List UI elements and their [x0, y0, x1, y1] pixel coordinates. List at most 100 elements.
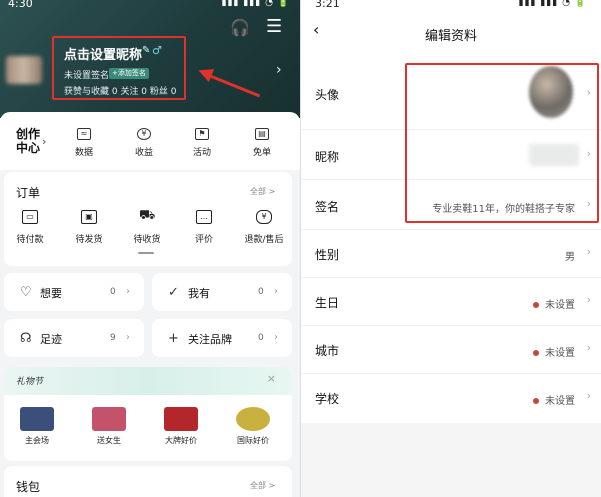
- nav-bar: 3:21 ▮▮▮ ▮▮▮ ◔ 🔋 ‹ 编辑资料: [301, 0, 601, 58]
- status-time: 4:30: [8, 0, 33, 10]
- field-label: 城市: [315, 344, 340, 358]
- menu-icon[interactable]: ☰: [266, 16, 282, 37]
- refund-icon: ¥: [256, 210, 272, 224]
- field-value: 男: [565, 252, 575, 263]
- chevron-right-icon[interactable]: ›: [276, 62, 282, 78]
- field-value: 未设置: [533, 296, 575, 311]
- close-icon[interactable]: ×: [267, 372, 276, 385]
- creator-title-line2: 中心: [16, 141, 41, 155]
- shortcut-owned[interactable]: ✓ 我有 0 ›: [152, 273, 292, 311]
- unset-dot: [533, 398, 539, 404]
- shortcut-footprint[interactable]: ☊ 足迹 9 ›: [4, 319, 144, 357]
- row-city[interactable]: 城市 未设置 ›: [301, 326, 601, 374]
- field-value: 未设置: [533, 344, 575, 359]
- orders-title: 订单: [16, 186, 41, 200]
- order-item-label: 退款/售后: [244, 235, 284, 245]
- wallet-icon: ▭: [22, 210, 38, 224]
- profile-stats: 获赞与收藏 0 关注 0 粉丝 0: [64, 87, 177, 97]
- order-pending-payment[interactable]: ▭ 待付款: [8, 210, 52, 245]
- creator-item-label: 免单: [252, 148, 271, 158]
- nickname-prompt[interactable]: 点击设置昵称: [64, 44, 142, 63]
- creator-center-title[interactable]: 创作 中心: [16, 127, 40, 155]
- order-item-label: 待发货: [75, 235, 103, 245]
- creator-item-label: 数据: [74, 148, 93, 158]
- order-review[interactable]: … 评价: [182, 210, 226, 245]
- headset-icon[interactable]: 🎧: [230, 18, 250, 37]
- chevron-right-icon: ›: [586, 245, 591, 258]
- check-circle-icon: ✓: [168, 285, 179, 300]
- field-label: 性别: [315, 248, 340, 262]
- order-item-label: 评价: [194, 235, 213, 245]
- bag-icon: ▤: [255, 128, 269, 140]
- wallet-card[interactable]: 钱包 全部 >: [4, 466, 292, 497]
- creator-item-events[interactable]: ⚑ 活动: [180, 128, 224, 158]
- add-signature-tag[interactable]: +添加签名: [109, 68, 149, 79]
- profile-fields: 头像 › 昵称 › 签名 专业卖鞋11年，你的鞋搭子专家 › 性别 男 › 生日…: [301, 58, 601, 423]
- field-value: 未设置: [533, 392, 575, 407]
- chevron-right-icon: ›: [274, 332, 278, 343]
- promo-item-label: 国际好价: [237, 436, 269, 445]
- product-image: [92, 407, 126, 431]
- order-pending-receipt[interactable]: ⛟ 待收货: [125, 208, 169, 245]
- creator-item-label: 收益: [134, 148, 153, 158]
- field-label: 昵称: [315, 150, 340, 164]
- row-school[interactable]: 学校 未设置 ›: [301, 374, 601, 422]
- promo-item-main[interactable]: 主会场: [10, 407, 64, 446]
- order-item-label: 待收货: [133, 235, 161, 245]
- scroll-indicator: [138, 252, 154, 254]
- chevron-right-icon: ›: [42, 135, 47, 148]
- wallet-all-link[interactable]: 全部 >: [250, 480, 275, 491]
- order-pending-shipment[interactable]: ▣ 待发货: [67, 210, 111, 245]
- creator-item-data[interactable]: ≈ 数据: [62, 128, 106, 158]
- shortcut-followed-brands[interactable]: + 关注品牌 0 ›: [152, 319, 292, 357]
- status-bar: 4:30 ▮▮▮ ▮▮▮ ◔ 🔋: [0, 0, 300, 14]
- field-value-text: 未设置: [545, 348, 575, 359]
- order-item-label: 待付款: [16, 235, 44, 245]
- chevron-right-icon: ›: [126, 332, 130, 343]
- creator-item-label: 活动: [192, 148, 211, 158]
- chevron-right-icon: ›: [586, 341, 591, 354]
- promo-item-label: 主会场: [25, 436, 49, 445]
- field-value-text: 未设置: [545, 396, 575, 407]
- field-label: 签名: [315, 200, 340, 214]
- comment-icon: …: [196, 210, 212, 224]
- profile-header: 4:30 ▮▮▮ ▮▮▮ ◔ 🔋 🎧 ☰ 点击设置昵称 ✎ ♂ 未设置签名 +添…: [0, 0, 300, 118]
- row-gender[interactable]: 性别 男 ›: [301, 230, 601, 278]
- creator-item-earnings[interactable]: ¥ 收益: [122, 128, 166, 158]
- field-label: 学校: [315, 392, 340, 406]
- page-title: 编辑资料: [424, 29, 477, 44]
- edit-icon[interactable]: ✎: [142, 45, 150, 56]
- row-birthday[interactable]: 生日 未设置 ›: [301, 278, 601, 326]
- shortcut-count: 0: [110, 287, 116, 297]
- truck-icon: ⛟: [139, 208, 156, 223]
- profile-screen: 4:30 ▮▮▮ ▮▮▮ ◔ 🔋 🎧 ☰ 点击设置昵称 ✎ ♂ 未设置签名 +添…: [0, 0, 300, 497]
- signature-status: 未设置签名: [64, 71, 110, 81]
- shortcut-label: 我有: [188, 287, 210, 300]
- product-image: [20, 407, 54, 431]
- orders-all-link[interactable]: 全部 >: [250, 186, 275, 197]
- chevron-right-icon: ›: [586, 389, 591, 402]
- creator-item-free[interactable]: ▤ 免单: [240, 128, 284, 158]
- chevron-right-icon: ›: [586, 293, 591, 306]
- status-icons: ▮▮▮ ▮▮▮ ◔ 🔋: [518, 0, 587, 8]
- coin-icon: ¥: [137, 128, 151, 140]
- field-label: 生日: [315, 296, 340, 310]
- shortcut-label: 关注品牌: [188, 333, 232, 346]
- shortcut-count: 0: [258, 287, 264, 297]
- avatar[interactable]: [6, 56, 42, 84]
- chart-icon: ≈: [77, 128, 91, 140]
- creator-title-line1: 创作: [16, 127, 41, 141]
- promo-item-brands[interactable]: 大牌好价: [154, 407, 208, 446]
- promo-item-for-her[interactable]: 送女生: [82, 407, 136, 446]
- wallet-title: 钱包: [16, 480, 41, 494]
- promo-banner: [4, 367, 292, 395]
- edit-profile-screen: 3:21 ▮▮▮ ▮▮▮ ◔ 🔋 ‹ 编辑资料 头像 › 昵称 › 签名 专业卖…: [301, 0, 601, 497]
- order-refund[interactable]: ¥ 退款/售后: [242, 210, 286, 245]
- status-time: 3:21: [315, 0, 340, 10]
- annotation-arrow: [203, 72, 261, 98]
- field-label: 头像: [315, 88, 340, 102]
- promo-item-international[interactable]: 国际好价: [226, 407, 280, 446]
- shortcut-want[interactable]: ♡ 想要 0 ›: [4, 273, 144, 311]
- product-image: [164, 407, 198, 431]
- promo-item-label: 大牌好价: [165, 436, 197, 445]
